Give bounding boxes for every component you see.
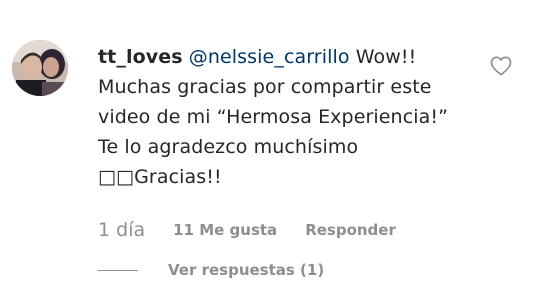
- comment: tt_loves @nelssie_carrillo Wow!! Muchas …: [0, 0, 552, 303]
- view-replies-label: Ver respuestas (1): [168, 261, 325, 279]
- avatar-photo-icon: [12, 40, 68, 96]
- replies-divider: [98, 269, 138, 271]
- comment-likes-count[interactable]: 11 Me gusta: [173, 221, 277, 239]
- reply-button[interactable]: Responder: [305, 221, 396, 239]
- heart-outline-icon[interactable]: [490, 56, 512, 76]
- avatar[interactable]: [12, 40, 68, 96]
- comment-timestamp[interactable]: 1 día: [98, 219, 145, 241]
- comment-meta: 1 día 11 Me gusta Responder: [98, 216, 396, 244]
- view-replies-button[interactable]: Ver respuestas (1): [98, 258, 324, 282]
- comment-username[interactable]: tt_loves: [98, 46, 183, 68]
- comment-body: tt_loves @nelssie_carrillo Wow!! Muchas …: [98, 42, 470, 192]
- comment-mention[interactable]: @nelssie_carrillo: [189, 46, 350, 68]
